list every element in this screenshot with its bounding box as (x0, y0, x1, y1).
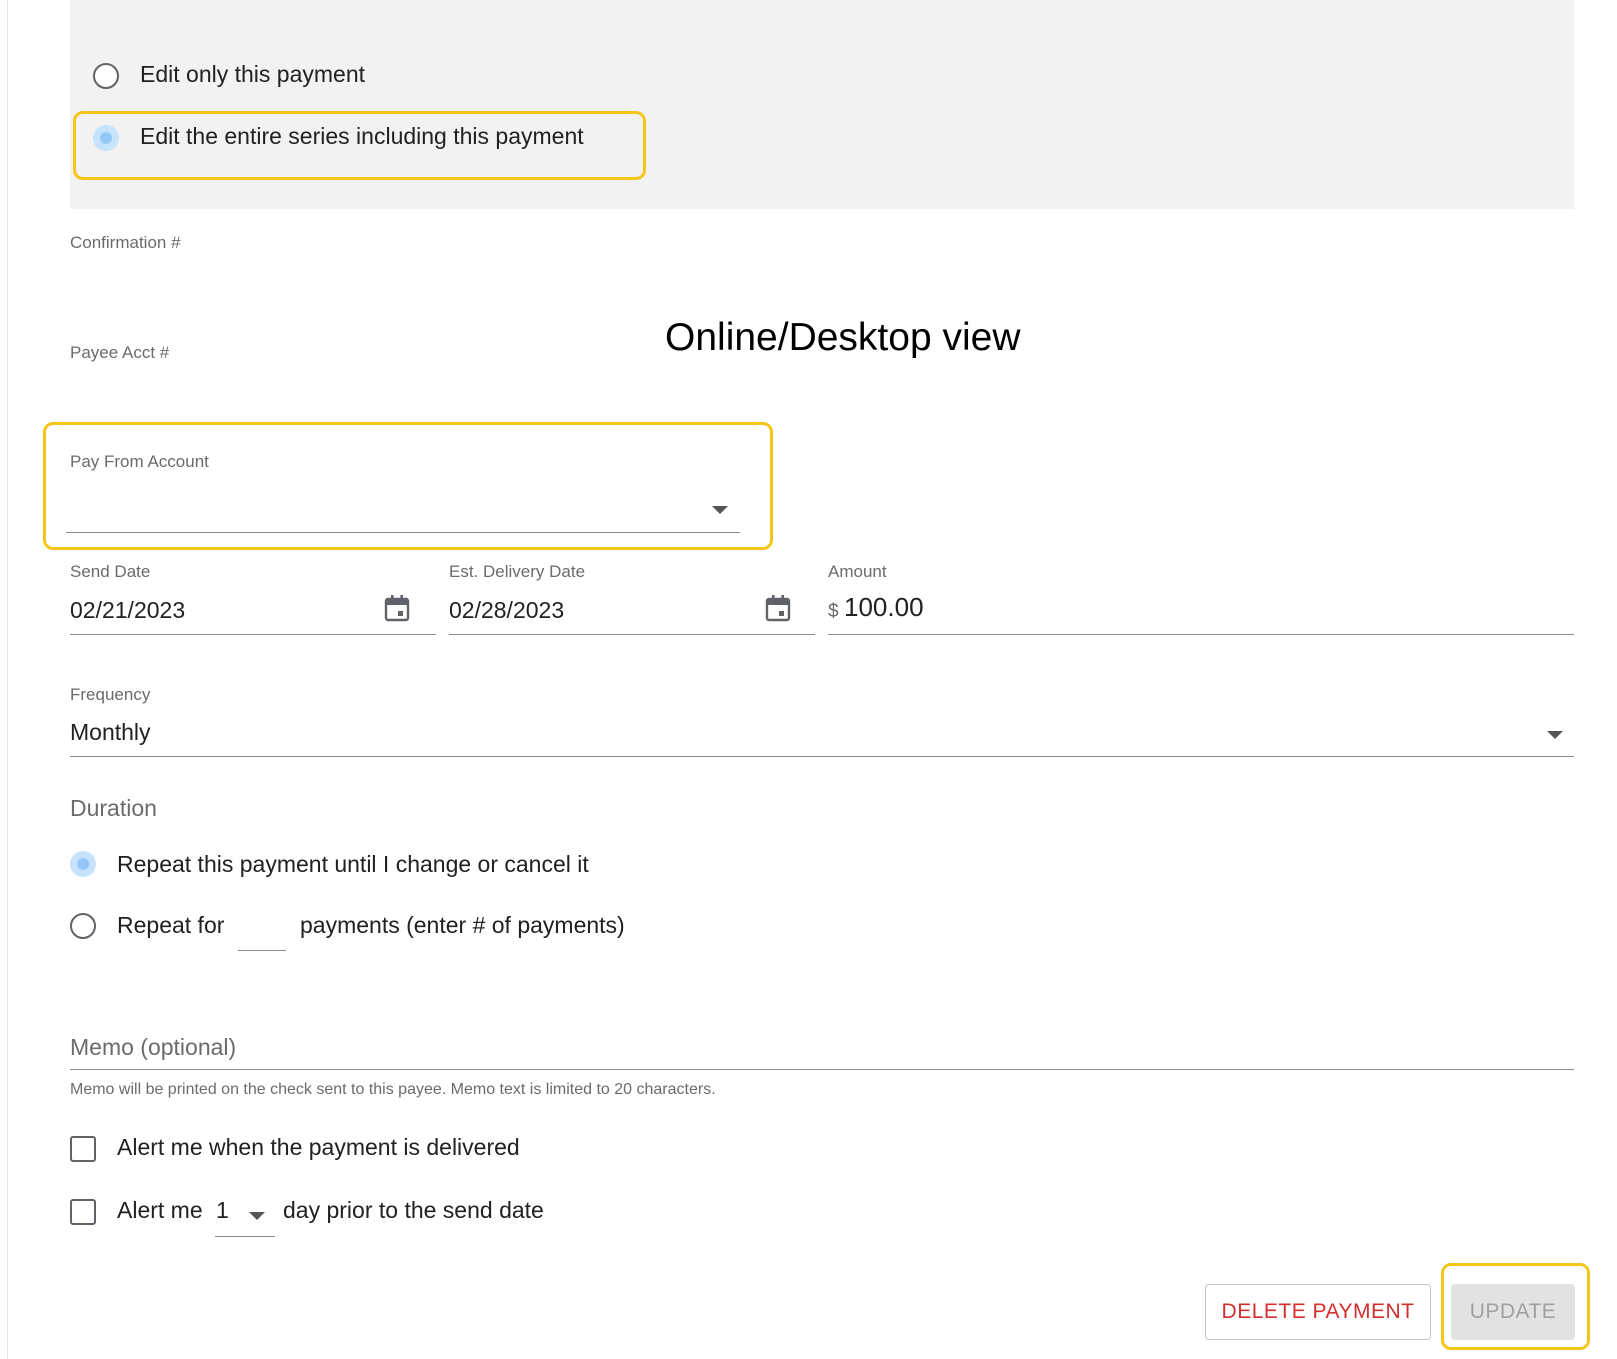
duration-heading: Duration (70, 795, 157, 821)
memo-underline (70, 1069, 1574, 1070)
alert-days-underline (215, 1236, 275, 1237)
edit-series-radio[interactable] (93, 125, 119, 151)
alert-prior-checkbox[interactable] (70, 1199, 96, 1225)
repeat-count-input[interactable] (238, 950, 286, 951)
update-button[interactable]: UPDATE (1451, 1284, 1575, 1340)
payee-acct-label: Payee Acct # (70, 343, 170, 362)
edit-single-label[interactable]: Edit only this payment (140, 61, 365, 88)
alert-prior-days-select[interactable]: 1 (216, 1197, 229, 1224)
memo-helper-text: Memo will be printed on the check sent t… (70, 1081, 716, 1098)
calendar-icon[interactable] (384, 594, 410, 622)
delivery-date-label: Est. Delivery Date (449, 562, 586, 581)
alert-prior-suffix: day prior to the send date (283, 1197, 544, 1223)
amount-currency: $ (828, 601, 839, 622)
alert-delivered-checkbox[interactable] (70, 1136, 96, 1162)
alert-prior-prefix[interactable]: Alert me (117, 1197, 203, 1224)
frequency-underline (70, 756, 1574, 757)
edit-scope-panel (70, 0, 1574, 209)
amount-input[interactable]: 100.00 (844, 592, 924, 623)
send-date-input[interactable]: 02/21/2023 (70, 597, 185, 624)
edit-single-radio[interactable] (93, 63, 119, 89)
amount-underline (828, 634, 1574, 635)
pay-from-select[interactable] (66, 532, 740, 533)
repeat-for-radio[interactable] (70, 913, 96, 939)
repeat-for-suffix: payments (enter # of payments) (300, 912, 625, 938)
amount-label: Amount (828, 562, 887, 581)
confirmation-label: Confirmation # (70, 233, 181, 252)
highlight-pay-from (43, 422, 773, 550)
frequency-label: Frequency (70, 685, 151, 704)
alert-delivered-label[interactable]: Alert me when the payment is delivered (117, 1134, 520, 1161)
frequency-caret-icon[interactable] (1547, 731, 1563, 739)
edit-series-label[interactable]: Edit the entire series including this pa… (140, 123, 584, 150)
send-date-label: Send Date (70, 562, 151, 581)
repeat-for-label[interactable]: Repeat for (117, 912, 224, 939)
repeat-until-cancel-radio[interactable] (70, 851, 96, 877)
delivery-date-underline (449, 634, 815, 635)
send-date-underline (70, 634, 436, 635)
repeat-until-cancel-label[interactable]: Repeat this payment until I change or ca… (117, 851, 589, 878)
calendar-icon[interactable] (765, 594, 791, 622)
memo-input[interactable]: Memo (optional) (70, 1034, 236, 1061)
page-left-border (7, 0, 8, 1359)
pay-from-label: Pay From Account (70, 452, 209, 471)
delete-payment-button[interactable]: DELETE PAYMENT (1205, 1284, 1431, 1340)
view-annotation-title: Online/Desktop view (665, 316, 1021, 359)
frequency-select[interactable]: Monthly (70, 719, 151, 746)
pay-from-caret-icon[interactable] (712, 506, 728, 514)
alert-days-caret-icon[interactable] (249, 1212, 265, 1220)
delivery-date-input[interactable]: 02/28/2023 (449, 597, 564, 624)
